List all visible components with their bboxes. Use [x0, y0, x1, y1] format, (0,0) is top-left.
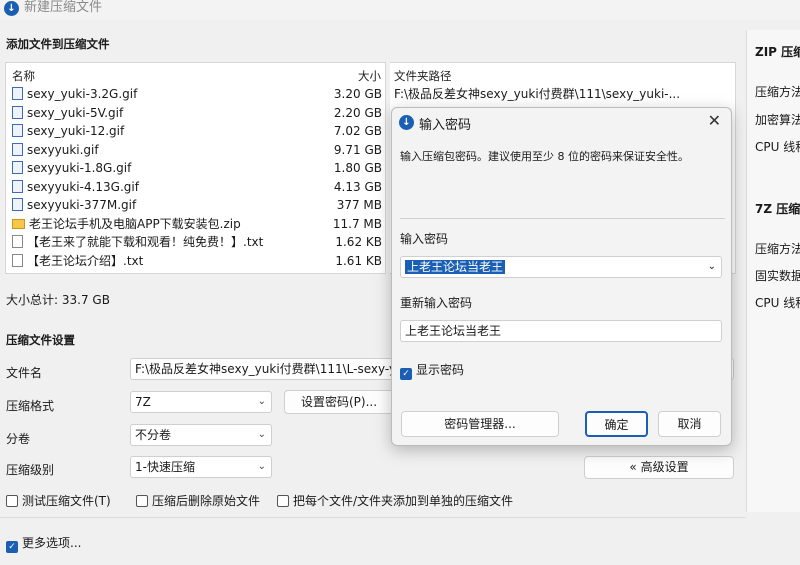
text-file-icon — [12, 253, 23, 267]
file-row[interactable]: sexyyuki.gif 9.71 GB — [12, 141, 384, 159]
gif-file-icon — [12, 179, 23, 193]
column-header-path[interactable]: 文件夹路径 — [394, 68, 452, 84]
gif-file-icon — [12, 198, 23, 211]
level-label: 压缩级别 — [6, 463, 55, 477]
password-input[interactable]: 上老王论坛当老王 ⌄ — [400, 256, 722, 278]
sevenz-cpu-label: CPU 线程 — [755, 296, 800, 310]
app-icon: ↓ — [4, 1, 19, 16]
checkbox-icon — [277, 495, 289, 507]
gif-file-icon — [12, 142, 23, 156]
show-password-checkbox[interactable]: ✓ 显示密码 — [400, 361, 464, 380]
password-manager-button[interactable]: 密码管理器... — [401, 411, 559, 437]
level-select[interactable]: 1-快速压缩 ⌄ — [130, 456, 272, 478]
dialog-title: 输入密码 — [419, 118, 472, 133]
app-icon: ↓ — [399, 115, 414, 130]
format-select[interactable]: 7Z ⌄ — [130, 391, 272, 413]
test-checkbox[interactable]: 测试压缩文件(T) — [6, 492, 111, 509]
zip-encrypt-label: 加密算法 — [755, 113, 800, 127]
sevenz-solid-label: 固实数据 — [755, 269, 800, 283]
gif-file-icon — [12, 105, 23, 119]
confirm-password-input[interactable]: 上老王论坛当老王 — [400, 320, 722, 342]
filename-label: 文件名 — [6, 366, 43, 380]
title-bar — [0, 0, 800, 20]
chevron-down-icon: ⌄ — [257, 396, 266, 407]
password-label: 输入密码 — [400, 232, 449, 246]
gif-file-icon — [12, 124, 23, 137]
file-row[interactable]: 【老王来了就能下载和观看！纯免费！】.txt 1.62 KB — [12, 233, 384, 251]
zip-method-label: 压缩方法 — [755, 85, 800, 99]
ok-button[interactable]: 确定 — [585, 411, 648, 437]
split-select[interactable]: 不分卷 ⌄ — [130, 424, 272, 446]
file-row[interactable]: sexy_yuki-5V.gif 2.20 GB — [12, 104, 384, 122]
file-row[interactable]: sexyyuki-4.13G.gif 4.13 GB — [12, 178, 384, 196]
password-dialog: ↓ 输入密码 ✕ 输入压缩包密码。建议使用至少 8 位的密码来保证安全性。 输入… — [391, 107, 732, 446]
divider — [0, 517, 746, 518]
sevenz-method-label: 压缩方法 — [755, 242, 800, 256]
zip-folder-icon — [12, 218, 25, 229]
path-cell: F:\极品反差女神sexy_yuki付费群\111\sexy_yuki-... — [394, 87, 681, 101]
divider — [400, 218, 725, 219]
format-label: 压缩格式 — [6, 399, 55, 413]
chevron-down-icon: ⌄ — [257, 429, 266, 440]
gif-file-icon — [12, 161, 23, 174]
file-row[interactable]: sexy_yuki-3.2G.gif 3.20 GB — [12, 85, 384, 103]
files-section-heading: 添加文件到压缩文件 — [6, 37, 110, 51]
more-options-checkbox[interactable]: ✓ 更多选项... — [6, 534, 81, 553]
dialog-description: 输入压缩包密码。建议使用至少 8 位的密码来保证安全性。 — [400, 150, 689, 163]
file-row[interactable]: sexyyuki-1.8G.gif 1.80 GB — [12, 159, 384, 177]
separate-archives-checkbox[interactable]: 把每个文件/文件夹添加到单独的压缩文件 — [277, 492, 513, 509]
checkmark-icon: ✓ — [6, 541, 18, 553]
checkbox-icon — [6, 495, 18, 507]
checkbox-icon — [136, 495, 148, 507]
file-row[interactable]: sexy_yuki-12.gif 7.02 GB — [12, 122, 384, 140]
window-title: 新建压缩文件 — [24, 0, 103, 15]
file-row[interactable]: sexyyuki-377M.gif 377 MB — [12, 196, 384, 214]
advanced-settings-button[interactable]: « 高级设置 — [584, 456, 734, 479]
sevenz-heading: 7Z 压缩选 — [755, 202, 800, 216]
confirm-password-label: 重新输入密码 — [400, 296, 473, 310]
file-row[interactable]: 老王论坛手机及电脑APP下载安装包.zip 11.7 MB — [12, 215, 384, 233]
zip-heading: ZIP 压缩 — [755, 45, 800, 59]
chevron-down-icon: ⌄ — [257, 461, 266, 472]
column-header-name[interactable]: 名称 — [12, 68, 35, 84]
cancel-button[interactable]: 取消 — [658, 411, 721, 437]
column-header-size[interactable]: 大小 — [358, 68, 381, 84]
gif-file-icon — [12, 87, 23, 100]
set-password-button[interactable]: 设置密码(P)... — [284, 390, 394, 414]
right-options-panel: ZIP 压缩 压缩方法 加密算法 CPU 线程 7Z 压缩选 压缩方法 固实数据… — [746, 30, 800, 512]
chevron-down-icon[interactable]: ⌄ — [708, 257, 716, 277]
file-list[interactable]: 名称 大小 sexy_yuki-3.2G.gif 3.20 GB sexy_yuk… — [5, 62, 386, 274]
split-label: 分卷 — [6, 432, 31, 446]
text-file-icon — [12, 235, 23, 248]
zip-cpu-label: CPU 线程 — [755, 140, 800, 154]
close-icon[interactable]: ✕ — [708, 111, 721, 130]
checkmark-icon: ✓ — [400, 368, 412, 380]
delete-source-checkbox[interactable]: 压缩后删除原始文件 — [136, 492, 260, 509]
file-row[interactable]: 【老王论坛介绍】.txt 1.61 KB — [12, 252, 384, 270]
total-size: 大小总计: 33.7 GB — [6, 293, 110, 307]
settings-heading: 压缩文件设置 — [6, 333, 75, 347]
